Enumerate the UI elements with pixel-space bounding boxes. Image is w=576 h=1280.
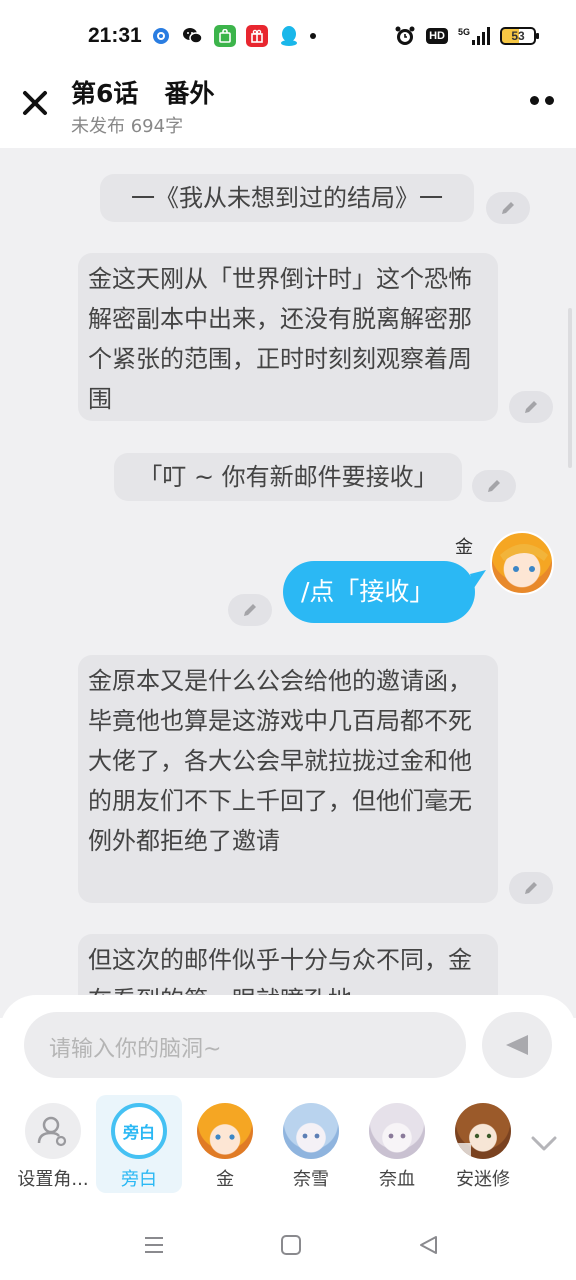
narration-bubble[interactable]: 「叮 ~ 你有新邮件要接收」 [114, 453, 462, 501]
menu-icon[interactable] [143, 1234, 165, 1256]
narrator-avatar: 旁白 [111, 1103, 167, 1159]
more-notifications-dot [310, 33, 316, 39]
message-input[interactable]: 请输入你的脑洞~ [24, 1012, 466, 1078]
character-label: 安迷修 [456, 1169, 510, 1190]
input-placeholder: 请输入你的脑洞~ [49, 1037, 222, 1062]
send-icon [506, 1035, 528, 1055]
set-character-button[interactable]: 设置角... [10, 1095, 96, 1193]
qq-icon [278, 25, 300, 47]
chat-area[interactable]: 一《我从未想到过的结局》一 金这天刚从「世界倒计时」这个恐怖解密副本中出来，还没… [0, 148, 576, 1018]
character-label: 金 [216, 1169, 234, 1190]
character-avatar[interactable] [490, 531, 554, 595]
send-button[interactable] [482, 1012, 552, 1078]
pencil-icon [525, 882, 537, 894]
avatar [283, 1103, 339, 1159]
pencil-icon [244, 604, 256, 616]
edit-message-button[interactable] [486, 192, 530, 224]
character-option-naixue[interactable]: 奈雪 [268, 1095, 354, 1193]
alarm-icon [395, 26, 415, 45]
speaker-name: 金 [455, 537, 473, 558]
edit-message-button[interactable] [509, 872, 553, 904]
character-bubble[interactable]: /点「接收」 [283, 561, 475, 623]
narration-bubble[interactable]: 一《我从未想到过的结局》一 [100, 174, 474, 222]
wechat-icon [182, 25, 204, 47]
character-selector: 设置角... 旁白 旁白 金 奈雪 奈血 安迷修 [0, 1095, 576, 1195]
avatar [455, 1103, 511, 1159]
pencil-icon [525, 401, 537, 413]
battery-level: 53 [511, 29, 525, 43]
pencil-icon [502, 202, 514, 214]
character-label: 奈雪 [293, 1169, 329, 1190]
status-time: 21:31 [88, 24, 142, 47]
hd-badge: HD [426, 28, 448, 44]
status-bar: 21:31 HD 5G 53 [0, 0, 576, 72]
chevron-down-icon[interactable] [530, 1135, 558, 1153]
signal-icon: 5G [458, 27, 490, 45]
shopping-bag-icon [214, 25, 236, 47]
character-option-naixue2[interactable]: 奈血 [354, 1095, 440, 1193]
more-options-icon[interactable] [530, 96, 554, 105]
character-label: 设置角... [17, 1169, 89, 1190]
close-icon[interactable] [22, 90, 48, 116]
home-icon[interactable] [280, 1234, 302, 1256]
character-option-jin[interactable]: 金 [182, 1095, 268, 1193]
scrollbar[interactable] [568, 308, 572, 468]
bubble-tail [470, 570, 486, 588]
narrator-avatar-text: 旁白 [122, 1123, 155, 1142]
edit-message-button[interactable] [228, 594, 272, 626]
top-header: 第6话 番外 未发布 694字 [0, 72, 576, 148]
avatar [197, 1103, 253, 1159]
narration-bubble[interactable]: 金这天刚从「世界倒计时」这个恐怖解密副本中出来，还没有脱离解密那个紧张的范围，正… [78, 253, 498, 421]
narrator-option[interactable]: 旁白 旁白 [96, 1095, 182, 1193]
chapter-status: 未发布 694字 [71, 116, 184, 137]
system-nav-bar [0, 1210, 576, 1280]
browser-icon [150, 25, 172, 47]
avatar [369, 1103, 425, 1159]
back-icon[interactable] [417, 1234, 439, 1256]
person-settings-icon [25, 1103, 81, 1159]
notification-icons [150, 25, 316, 47]
chapter-title: 第6话 番外 [71, 79, 215, 108]
narration-bubble[interactable]: 金原本又是什么公会给他的邀请函，毕竟他也算是这游戏中几百局都不死大佬了，各大公会… [78, 655, 498, 903]
pencil-icon [488, 480, 500, 492]
system-icons: HD 5G 53 [394, 25, 539, 47]
edit-message-button[interactable] [509, 391, 553, 423]
network-label: 5G [457, 27, 470, 37]
edit-message-button[interactable] [472, 470, 516, 502]
battery-icon: 53 [500, 27, 539, 45]
character-label: 奈血 [379, 1169, 415, 1190]
character-option-anmixiu[interactable]: 安迷修 [440, 1095, 526, 1193]
character-label: 旁白 [121, 1169, 157, 1190]
gift-icon [246, 25, 268, 47]
